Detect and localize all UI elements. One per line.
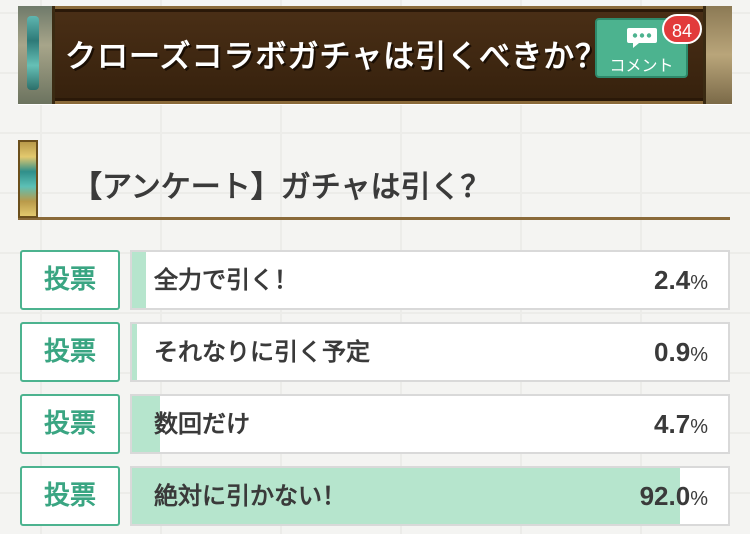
speech-bubble-icon <box>625 26 659 50</box>
result-bar-fill <box>132 252 147 308</box>
poll-option-row: 投票 それなりに引く予定 0.9% <box>20 322 730 382</box>
option-percent: 2.4% <box>654 265 708 295</box>
option-label: 絶対に引かない！ <box>154 482 346 510</box>
option-label: 全力で引く！ <box>154 266 298 294</box>
option-percent: 0.9% <box>654 337 708 367</box>
result-bar: 絶対に引かない！ 92.0% <box>130 466 730 526</box>
poll-heading: 【アンケート】ガチャは引く？ <box>72 170 491 205</box>
article-title: クローズコラボガチャは引くべきか？ <box>65 39 608 75</box>
comment-count-badge: 84 <box>662 14 702 44</box>
result-bar: それなりに引く予定 0.9% <box>130 322 730 382</box>
result-bar: 全力で引く！ 2.4% <box>130 250 730 310</box>
vote-button[interactable]: 投票 <box>20 466 120 526</box>
option-percent: 4.7% <box>654 409 708 439</box>
poll-section-heading: 【アンケート】ガチャは引く？ <box>18 140 730 220</box>
result-bar-fill <box>132 324 138 380</box>
section-marker-icon <box>18 140 38 218</box>
vote-button[interactable]: 投票 <box>20 322 120 382</box>
banner-stone-left-decoration <box>18 6 55 104</box>
vote-button[interactable]: 投票 <box>20 394 120 454</box>
option-label: 数回だけ <box>154 410 250 438</box>
comment-button-label: コメント <box>609 56 674 75</box>
result-bar: 数回だけ 4.7% <box>130 394 730 454</box>
vote-button[interactable]: 投票 <box>20 250 120 310</box>
option-label: それなりに引く予定 <box>154 338 370 366</box>
poll-option-row: 投票 絶対に引かない！ 92.0% <box>20 466 730 526</box>
option-percent: 92.0% <box>639 481 708 511</box>
poll-option-row: 投票 全力で引く！ 2.4% <box>20 250 730 310</box>
poll-option-row: 投票 数回だけ 4.7% <box>20 394 730 454</box>
banner-stone-right-decoration <box>703 6 732 104</box>
